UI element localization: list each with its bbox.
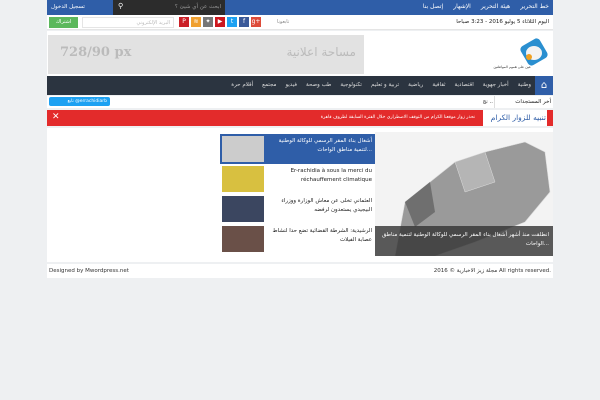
youtube-icon[interactable]: ▶ bbox=[215, 17, 225, 27]
home-icon[interactable]: ⌂ bbox=[535, 76, 553, 95]
alert-message: نحذر زوار موقعنا الكرام من التوقف الاضطر… bbox=[320, 115, 475, 120]
ad-banner[interactable]: 728/90 px مساحة اعلانية bbox=[48, 35, 364, 74]
alert-bar: تنبيه للزوار الكرام نحذر زوار موقعنا الك… bbox=[47, 110, 553, 126]
nav-item[interactable]: رياضية bbox=[408, 82, 423, 88]
current-date: اليوم الثلاثاء 5 يوليو 2016 - 3:23 صباحا bbox=[456, 19, 549, 25]
twitter-icon[interactable]: t bbox=[227, 17, 237, 27]
close-icon[interactable]: ✕ bbox=[52, 112, 60, 122]
copyright: مجلة زيز الاخبارية © 2016 All rights res… bbox=[433, 268, 551, 274]
link-contact[interactable]: إتصل بنا bbox=[423, 3, 443, 10]
nav-item[interactable]: طب وصحة bbox=[306, 82, 331, 88]
slider-caption[interactable]: انطلقت منذ أشهر أشغال بناء المقر الرسمي … bbox=[375, 226, 553, 256]
search-input[interactable]: ⚲ ابحث عن أي شيئ ؟ bbox=[113, 0, 225, 15]
link-editorial-line[interactable]: خط التحرير bbox=[520, 3, 549, 10]
login-link[interactable]: تسجيل الدخول bbox=[51, 4, 85, 10]
alert-title: تنبيه للزوار الكرام bbox=[483, 110, 553, 126]
ad-label: مساحة اعلانية bbox=[286, 45, 356, 59]
google-plus-icon[interactable]: g+ bbox=[251, 17, 261, 27]
article-thumbnail bbox=[222, 196, 264, 222]
rss-icon[interactable]: ≋ bbox=[191, 17, 201, 27]
list-item[interactable]: Er-rachidia à sous la merci du réchauffe… bbox=[220, 164, 375, 194]
featured-section: انطلقت منذ أشهر أشغال بناء المقر الرسمي … bbox=[47, 128, 553, 262]
main-nav: ⌂ وطنية أخبار جهوية اقتصادية ثقافية رياض… bbox=[47, 76, 553, 95]
link-advertising[interactable]: الإشهار bbox=[453, 3, 471, 10]
header: 728/90 px مساحة اعلانية عين على هموم الم… bbox=[47, 31, 553, 76]
article-thumbnail bbox=[222, 226, 264, 252]
nav-item[interactable]: تكنولوجية bbox=[340, 82, 362, 88]
nav-item[interactable]: أقلام حرة bbox=[231, 82, 253, 88]
facebook-icon[interactable]: f bbox=[239, 17, 249, 27]
nav-item[interactable]: تربية و تعليم bbox=[371, 82, 399, 88]
featured-slider[interactable]: انطلقت منذ أشهر أشغال بناء المقر الرسمي … bbox=[375, 132, 553, 256]
article-title: Er-rachidia à sous la merci du réchauffe… bbox=[290, 168, 372, 183]
nav-item[interactable]: اقتصادية bbox=[455, 82, 474, 88]
article-title: أشغال بناء المقر الرسمي للوكالة الوطنية … bbox=[278, 138, 372, 153]
list-item[interactable]: أشغال بناء المقر الرسمي للوكالة الوطنية … bbox=[220, 134, 375, 164]
article-title: الرشيدية: الشرطة القضائية تضع حدا لنشاط … bbox=[272, 228, 372, 243]
list-item[interactable]: العثماني تخلى عن معاش الوزارة ووزراء الب… bbox=[220, 194, 375, 224]
nav-item[interactable]: مجتمع bbox=[262, 82, 276, 88]
site-logo[interactable]: عين على هموم المواطنين bbox=[489, 37, 549, 73]
search-icon[interactable]: ⚲ bbox=[118, 2, 123, 10]
subscribe-button[interactable]: اشتراك bbox=[49, 17, 78, 28]
article-title: العثماني تخلى عن معاش الوزارة ووزراء الب… bbox=[281, 198, 372, 213]
alert-title-text: تنبيه للزوار الكرام bbox=[490, 113, 546, 122]
info-bar: اليوم الثلاثاء 5 يوليو 2016 - 3:23 صباحا… bbox=[47, 15, 553, 30]
ticker-label: أخر المستجدات bbox=[515, 99, 551, 105]
nav-item[interactable]: فيديو bbox=[285, 82, 297, 88]
alert-accent bbox=[547, 110, 553, 126]
footer: Designed by Mwordpress.net مجلة زيز الاخ… bbox=[47, 264, 553, 278]
link-editorial-board[interactable]: هيئة التحرير bbox=[481, 3, 510, 10]
follow-label: تابعونا bbox=[277, 19, 290, 25]
nav-item[interactable]: وطنية bbox=[518, 82, 531, 88]
ticker-text[interactable]: نج .. bbox=[463, 99, 493, 105]
list-item[interactable]: الرشيدية: الشرطة القضائية تضع حدا لنشاط … bbox=[220, 224, 375, 254]
ad-size: 728/90 px bbox=[60, 45, 132, 60]
search-placeholder: ابحث عن أي شيئ ؟ bbox=[174, 4, 221, 10]
nav-item[interactable]: ثقافية bbox=[432, 82, 445, 88]
social-links: P ≋ ✦ ▶ t f g+ bbox=[179, 17, 261, 27]
twitter-follow-button[interactable]: تابع @errachidiarb bbox=[49, 97, 110, 106]
nav-item[interactable]: أخبار جهوية bbox=[483, 82, 509, 88]
logo-tagline: عين على هموم المواطنين bbox=[493, 65, 531, 69]
designer-credit[interactable]: Designed by Mwordpress.net bbox=[49, 268, 129, 274]
article-thumbnail bbox=[222, 166, 264, 192]
news-ticker: أخر المستجدات نج .. تابع @errachidiarb bbox=[47, 96, 553, 108]
top-bar: خط التحرير هيئة التحرير الإشهار إتصل بنا… bbox=[47, 0, 553, 15]
article-list: أشغال بناء المقر الرسمي للوكالة الوطنية … bbox=[220, 134, 375, 254]
pinterest-icon[interactable]: P bbox=[179, 17, 189, 27]
email-field[interactable]: البريد الإلكتروني bbox=[82, 17, 174, 28]
ticker-divider bbox=[494, 96, 495, 108]
flickr-icon[interactable]: ✦ bbox=[203, 17, 213, 27]
article-thumbnail bbox=[222, 136, 264, 162]
